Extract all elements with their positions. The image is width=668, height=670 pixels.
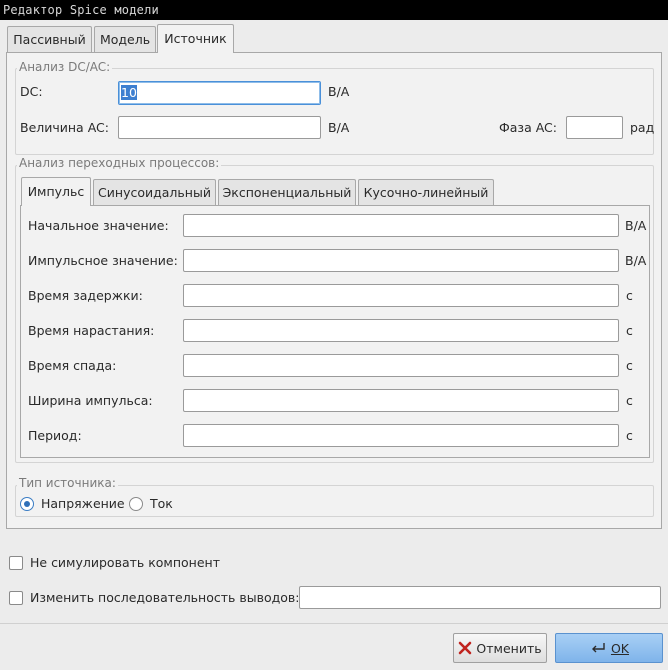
pulsed-value-field[interactable] bbox=[183, 249, 619, 272]
dc-label: DC: bbox=[20, 84, 43, 99]
ac-phase-field[interactable] bbox=[566, 116, 623, 139]
rise-time-unit: с bbox=[626, 323, 633, 338]
tab-passive-label: Пассивный bbox=[13, 32, 86, 47]
dc-value-text: 10 bbox=[121, 85, 137, 100]
source-tab-panel: Анализ DC/AC: DC: 10 В/А Величина AC: В/… bbox=[6, 52, 662, 529]
cancel-button[interactable]: Отменить bbox=[453, 633, 547, 663]
no-simulate-checkbox[interactable] bbox=[9, 556, 23, 570]
cancel-icon bbox=[458, 641, 472, 655]
period-field[interactable] bbox=[183, 424, 619, 447]
pin-order-field[interactable] bbox=[299, 586, 661, 609]
rise-time-field[interactable] bbox=[183, 319, 619, 342]
pin-order-checkbox[interactable] bbox=[9, 591, 23, 605]
pulsed-value-unit: В/А bbox=[625, 253, 647, 268]
transient-group-label: Анализ переходных процессов: bbox=[17, 156, 222, 170]
window-title: Редактор Spice модели bbox=[0, 0, 668, 20]
fall-time-unit: с bbox=[626, 358, 633, 373]
tab-pulse-label: Импульс bbox=[27, 184, 85, 199]
rise-time-label: Время нарастания: bbox=[28, 323, 155, 338]
pin-order-label[interactable]: Изменить последовательность выводов: bbox=[30, 590, 300, 605]
tab-sinusoidal-label: Синусоидальный bbox=[98, 185, 211, 200]
ac-magnitude-field[interactable] bbox=[118, 116, 321, 139]
no-simulate-label[interactable]: Не симулировать компонент bbox=[30, 555, 220, 570]
fall-time-field[interactable] bbox=[183, 354, 619, 377]
tab-sinusoidal[interactable]: Синусоидальный bbox=[93, 179, 216, 205]
voltage-radio[interactable] bbox=[20, 497, 34, 511]
delay-time-field[interactable] bbox=[183, 284, 619, 307]
initial-value-unit: В/А bbox=[625, 218, 647, 233]
dc-unit: В/А bbox=[328, 84, 350, 99]
ac-magnitude-label: Величина AC: bbox=[20, 120, 109, 135]
pulse-width-field[interactable] bbox=[183, 389, 619, 412]
source-type-group-label: Тип источника: bbox=[17, 476, 118, 490]
initial-value-label: Начальное значение: bbox=[28, 218, 169, 233]
tab-exponential-label: Экспоненциальный bbox=[222, 185, 352, 200]
initial-value-field[interactable] bbox=[183, 214, 619, 237]
dc-value-field[interactable]: 10 bbox=[118, 81, 321, 105]
period-unit: с bbox=[626, 428, 633, 443]
pulsed-value-label: Импульсное значение: bbox=[28, 253, 178, 268]
tab-piecewise-linear[interactable]: Кусочно-линейный bbox=[358, 179, 494, 205]
dcac-group-label: Анализ DC/AC: bbox=[17, 60, 113, 74]
pulse-width-unit: с bbox=[626, 393, 633, 408]
ok-button[interactable]: OK bbox=[555, 633, 663, 663]
tab-model[interactable]: Модель bbox=[94, 26, 156, 52]
delay-time-label: Время задержки: bbox=[28, 288, 143, 303]
cancel-button-label: Отменить bbox=[476, 640, 542, 656]
voltage-radio-label[interactable]: Напряжение bbox=[41, 496, 125, 511]
current-radio[interactable] bbox=[129, 497, 143, 511]
tab-pulse[interactable]: Импульс bbox=[21, 177, 91, 206]
tab-passive[interactable]: Пассивный bbox=[7, 26, 92, 52]
ac-magnitude-unit: В/А bbox=[328, 120, 350, 135]
enter-icon bbox=[589, 641, 607, 655]
tab-piecewise-linear-label: Кусочно-линейный bbox=[363, 185, 489, 200]
ac-phase-label: Фаза AC: bbox=[499, 120, 557, 135]
ac-phase-unit: рад bbox=[630, 120, 655, 135]
delay-time-unit: с bbox=[626, 288, 633, 303]
period-label: Период: bbox=[28, 428, 82, 443]
tab-source-label: Источник bbox=[164, 31, 227, 46]
tab-source[interactable]: Источник bbox=[157, 24, 234, 53]
tab-exponential[interactable]: Экспоненциальный bbox=[218, 179, 356, 205]
pulse-width-label: Ширина импульса: bbox=[28, 393, 153, 408]
fall-time-label: Время спада: bbox=[28, 358, 117, 373]
ok-button-label: OK bbox=[610, 640, 630, 656]
current-radio-label[interactable]: Ток bbox=[150, 496, 173, 511]
button-separator bbox=[0, 623, 668, 624]
tab-model-label: Модель bbox=[99, 32, 151, 47]
dcac-group bbox=[15, 68, 654, 155]
